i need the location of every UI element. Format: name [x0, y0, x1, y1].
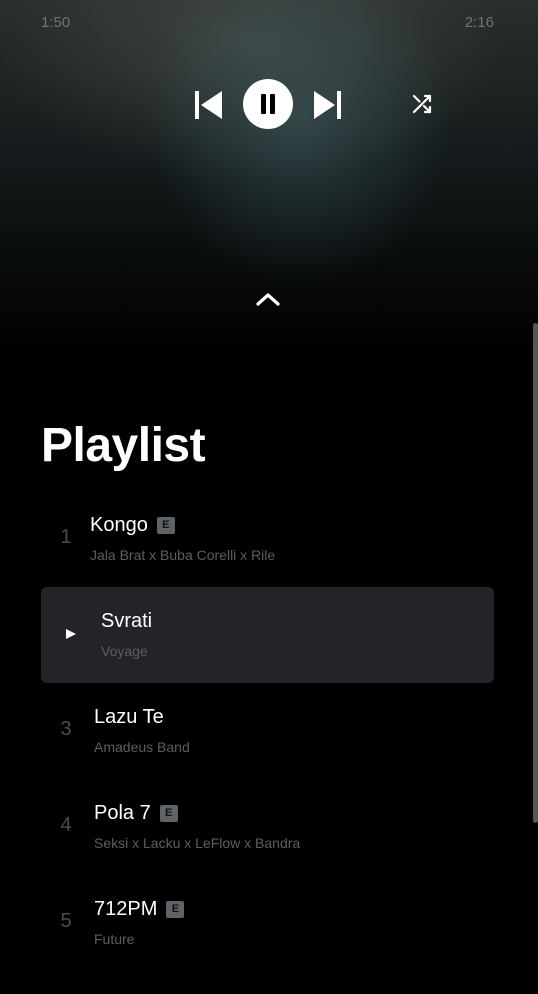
- track-title-wrap: Pola 7 E: [94, 802, 178, 825]
- track-number: 3: [60, 718, 72, 740]
- play-icon: [66, 629, 76, 639]
- track-number: 5: [60, 910, 72, 932]
- track-row[interactable]: 1 Kongo E Jala Brat x Buba Corelli x Ril…: [41, 491, 494, 587]
- skip-previous-icon: [195, 91, 222, 119]
- track-title-wrap: Svrati: [101, 610, 152, 633]
- time-total: 2:16: [464, 14, 494, 31]
- track-artist: Amadeus Band: [94, 739, 190, 755]
- playlist-title: Playlist: [41, 419, 206, 472]
- chevron-up-icon: [256, 293, 280, 306]
- track-number: 1: [60, 526, 72, 548]
- playback-controls: [0, 79, 538, 131]
- track-row[interactable]: 5 712PM E Future: [41, 875, 494, 971]
- track-artist: Future: [94, 931, 135, 947]
- track-title: Svrati: [101, 610, 153, 632]
- track-title: 712PM: [94, 898, 158, 920]
- collapse-button[interactable]: [253, 285, 283, 313]
- track-artist: Jala Brat x Buba Corelli x Rile: [90, 547, 276, 563]
- track-title: Pola 7: [94, 802, 151, 824]
- explicit-badge: E: [156, 517, 175, 534]
- shuffle-icon: [412, 94, 432, 114]
- track-row-active[interactable]: Svrati Voyage: [41, 587, 494, 683]
- scrollbar[interactable]: [533, 323, 538, 823]
- track-title-wrap: 712PM E: [94, 898, 185, 921]
- pause-icon: [261, 94, 275, 114]
- track-title-wrap: Lazu Te: [94, 706, 164, 729]
- track-list: 1 Kongo E Jala Brat x Buba Corelli x Ril…: [41, 491, 494, 971]
- explicit-badge: E: [166, 901, 185, 918]
- track-artist: Voyage: [101, 643, 148, 659]
- shuffle-button[interactable]: [409, 91, 435, 117]
- track-title-wrap: Kongo E: [90, 514, 175, 537]
- track-row[interactable]: 3 Lazu Te Amadeus Band: [41, 683, 494, 779]
- track-artist: Seksi x Lacku x LeFlow x Bandra: [94, 835, 301, 851]
- track-row[interactable]: 4 Pola 7 E Seksi x Lacku x LeFlow x Band…: [41, 779, 494, 875]
- pause-button[interactable]: [243, 79, 293, 129]
- track-title: Lazu Te: [94, 706, 164, 728]
- skip-next-icon: [314, 91, 341, 119]
- time-elapsed: 1:50: [41, 14, 71, 31]
- track-title: Kongo: [90, 514, 148, 536]
- previous-button[interactable]: [191, 88, 225, 122]
- explicit-badge: E: [159, 805, 178, 822]
- next-button[interactable]: [311, 88, 345, 122]
- player-screen: 1:50 2:16 Playlist 1 Kongo E Jala Brat x…: [0, 0, 538, 994]
- track-number: 4: [60, 814, 72, 836]
